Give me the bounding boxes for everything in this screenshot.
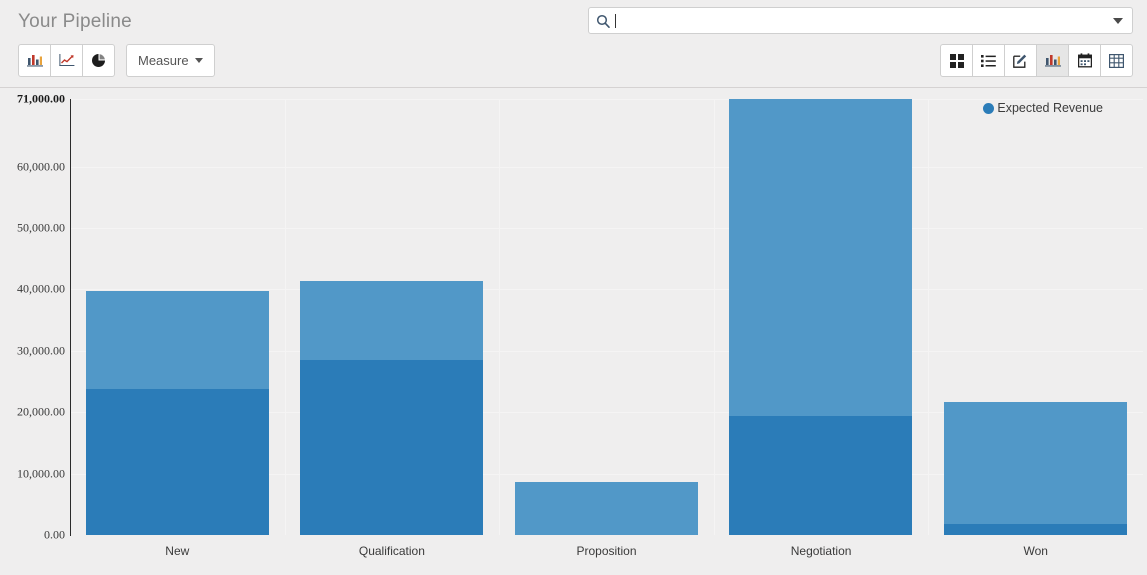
gridline bbox=[70, 99, 1143, 100]
gridline bbox=[285, 99, 286, 535]
bar-segment[interactable] bbox=[944, 402, 1127, 524]
gridline bbox=[70, 228, 1143, 229]
y-axis-tick-label: 40,000.00 bbox=[17, 281, 65, 296]
search-input[interactable] bbox=[618, 10, 1110, 31]
y-axis-line bbox=[70, 99, 71, 536]
view-kanban[interactable] bbox=[940, 44, 973, 77]
y-axis-tick-label: 71,000.00 bbox=[17, 91, 65, 106]
text-cursor bbox=[615, 13, 616, 28]
search-bar[interactable] bbox=[588, 7, 1133, 34]
chart-plot-area[interactable]: 0.00 10,000.00 20,000.00 30,000.00 40,000.00… bbox=[0, 88, 1147, 574]
view-graph[interactable] bbox=[1036, 44, 1069, 77]
bar-segment[interactable] bbox=[86, 291, 269, 389]
view-calendar[interactable] bbox=[1068, 44, 1101, 77]
view-pivot[interactable] bbox=[1100, 44, 1133, 77]
x-axis-tick-label: Proposition bbox=[576, 544, 637, 558]
view-switcher-group bbox=[940, 44, 1133, 77]
table-icon bbox=[1109, 53, 1124, 68]
bar-segment[interactable] bbox=[729, 99, 912, 416]
chevron-down-icon bbox=[1113, 17, 1123, 24]
x-axis-tick-label: Won bbox=[1023, 544, 1048, 558]
gridline bbox=[714, 99, 715, 535]
bar-segment[interactable] bbox=[515, 482, 698, 535]
y-axis-tick-label: 20,000.00 bbox=[17, 404, 65, 419]
page-title: Your Pipeline bbox=[18, 11, 132, 32]
graph-view: Expected Revenue 0.00 10,000.00 20,000.00 3… bbox=[0, 88, 1147, 574]
y-axis-tick-label: 60,000.00 bbox=[17, 159, 65, 174]
search-dropdown-toggle[interactable] bbox=[1110, 13, 1126, 29]
y-axis-tick-label: 10,000.00 bbox=[17, 466, 65, 481]
bar-chart-icon bbox=[26, 53, 43, 68]
chart-type-group bbox=[18, 44, 115, 77]
y-axis-tick-label: 0.00 bbox=[44, 527, 65, 542]
bar-segment[interactable] bbox=[300, 281, 483, 360]
gridline bbox=[70, 289, 1143, 290]
view-form[interactable] bbox=[1004, 44, 1037, 77]
pie-chart-icon bbox=[91, 53, 106, 68]
search-icon bbox=[596, 14, 610, 28]
gridline bbox=[928, 99, 929, 535]
x-axis-tick-label: New bbox=[165, 544, 190, 558]
bar-segment[interactable] bbox=[729, 416, 912, 535]
line-chart-button[interactable] bbox=[50, 44, 83, 77]
line-chart-icon bbox=[58, 53, 75, 68]
bar-chart-button[interactable] bbox=[18, 44, 51, 77]
bar-segment[interactable] bbox=[300, 359, 483, 535]
pencil-icon bbox=[1013, 53, 1028, 68]
y-axis-tick-label: 50,000.00 bbox=[17, 220, 65, 235]
caret-down-icon bbox=[194, 58, 203, 63]
calendar-icon bbox=[1077, 53, 1092, 68]
view-switcher bbox=[940, 44, 1133, 77]
x-axis-tick-label: Negotiation bbox=[790, 544, 852, 558]
list-icon bbox=[981, 54, 996, 68]
pie-chart-button[interactable] bbox=[82, 44, 115, 77]
measure-label: Measure bbox=[138, 53, 189, 68]
x-axis-tick-label: Qualification bbox=[358, 544, 425, 558]
kanban-icon bbox=[949, 53, 964, 68]
control-panel: Your Pipeline Measure bbox=[0, 0, 1147, 88]
breadcrumb: Your Pipeline bbox=[18, 8, 132, 36]
bar-segment[interactable] bbox=[86, 389, 269, 535]
measure-dropdown-button[interactable]: Measure bbox=[126, 44, 215, 77]
gridline bbox=[70, 167, 1143, 168]
bar-segment[interactable] bbox=[944, 524, 1127, 535]
bar-chart-icon bbox=[1044, 53, 1061, 68]
y-axis-tick-label: 30,000.00 bbox=[17, 343, 65, 358]
view-list[interactable] bbox=[972, 44, 1005, 77]
chart-type-toolbar: Measure bbox=[18, 44, 215, 77]
gridline bbox=[499, 99, 500, 535]
